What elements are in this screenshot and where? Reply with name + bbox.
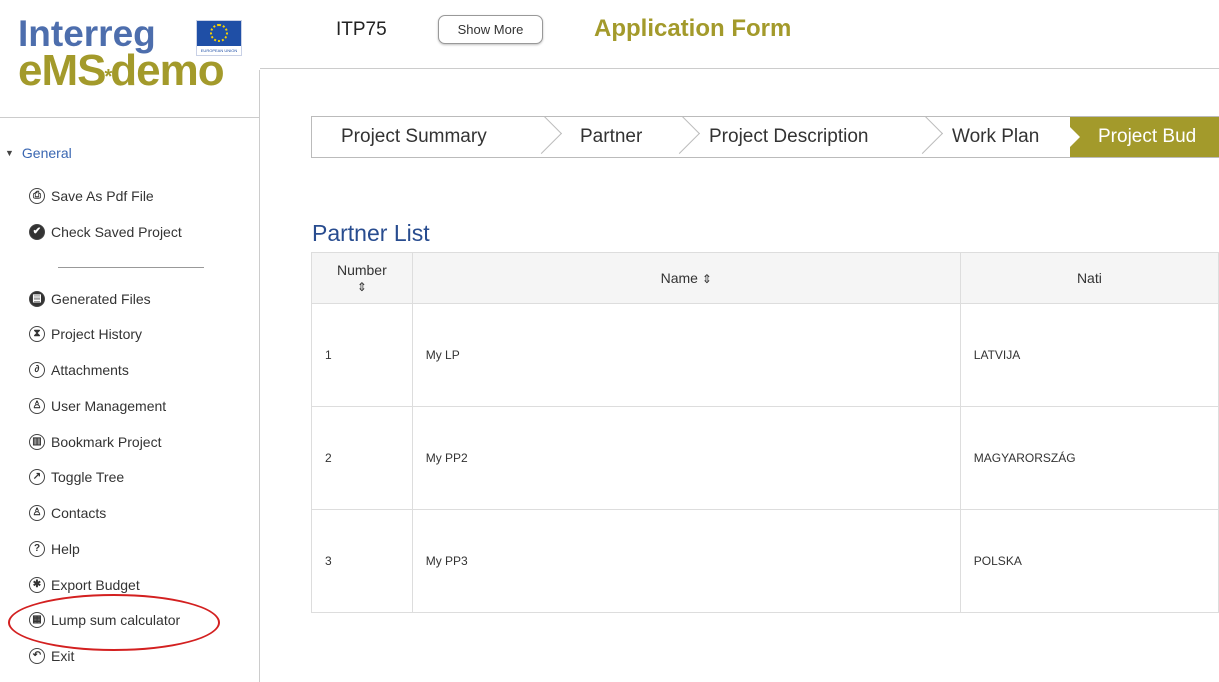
step-work-plan[interactable]: Work Plan [952,117,1039,157]
page-title: Application Form [594,15,792,42]
caret-down-icon: ▼ [5,148,14,158]
cell-nationality: MAGYARORSZÁG [959,406,1219,510]
bookmark-icon: ▥ [29,434,45,451]
cell-number: 2 [311,406,413,510]
sidebar-item-bookmark-project[interactable]: ▥ Bookmark Project [29,434,161,456]
sidebar-item-label: Project History [51,326,143,342]
table-row[interactable]: 3 My PP3 POLSKA [311,509,1219,613]
chevron-right-icon [901,117,944,155]
cell-nationality: LATVIJA [959,303,1219,407]
chevron-right-icon [658,117,701,155]
sidebar-separator [58,267,204,268]
sort-icon: ⇕ [356,280,367,294]
sidebar-item-label: Toggle Tree [51,469,125,485]
partner-table: Number ⇕ Name ⇕ Nati 1 My LP LATVIJA 2 My… [311,252,1219,613]
sidebar-item-label: Save As Pdf File [51,188,154,204]
cell-number: 1 [311,303,413,407]
chevron-right-icon [520,117,563,155]
sidebar-item-exit[interactable]: ↶ Exit [29,648,74,670]
logo-divider [0,117,260,118]
interreg-ems-logo: Interreg EUROPEAN UNION eMS*demo [18,14,248,94]
general-section-label: General [21,145,72,161]
contact-icon: ♙ [29,505,45,522]
check-icon: ✔ [29,224,45,241]
step-project-summary[interactable]: Project Summary [341,117,487,157]
sidebar-item-label: Contacts [51,505,107,521]
sidebar-item-check-saved-project[interactable]: ✔ Check Saved Project [29,224,182,246]
project-code: ITP75 [336,19,387,40]
show-more-button[interactable]: Show More [438,15,543,44]
sidebar-item-label: Check Saved Project [51,224,182,240]
sort-icon: ⇕ [701,272,712,286]
sidebar-item-project-history[interactable]: ⧗ Project History [29,326,142,348]
column-header-nationality[interactable]: Nati [959,252,1219,304]
sidebar-item-help[interactable]: ? Help [29,541,80,563]
column-header-number[interactable]: Number ⇕ [311,252,413,304]
step-project-budget[interactable]: Project Bud [1098,117,1196,157]
sidebar-item-label: Export Budget [51,577,140,593]
cell-name: My PP2 [411,406,961,510]
print-icon: ⎙ [29,188,45,205]
sidebar-item-save-as-pdf[interactable]: ⎙ Save As Pdf File [29,188,154,210]
sidebar-item-label: Bookmark Project [51,434,162,450]
partner-list-title: Partner List [312,220,430,246]
sidebar-item-user-management[interactable]: ♙ User Management [29,398,166,420]
sidebar-border [259,70,260,682]
history-icon: ⧗ [29,326,45,343]
sidebar-item-label: Exit [51,648,75,664]
cell-nationality: POLSKA [959,509,1219,613]
sidebar-item-attachments[interactable]: ∂ Attachments [29,362,129,384]
sidebar-item-label: Generated Files [51,291,151,307]
table-row[interactable]: 2 My PP2 MAGYARORSZÁG [311,406,1219,510]
exit-icon: ↶ [29,648,45,665]
step-partner[interactable]: Partner [580,117,642,157]
column-header-name[interactable]: Name ⇕ [411,252,961,304]
general-section-toggle[interactable]: ▼ General [5,145,72,161]
top-header: ITP75 Show More Application Form [260,0,1219,68]
sidebar-item-label: Help [51,541,80,557]
help-icon: ? [29,541,45,558]
cell-name: My LP [411,303,961,407]
cell-name: My PP3 [411,509,961,613]
sidebar-item-generated-files[interactable]: ▤ Generated Files [29,291,151,313]
sidebar-item-label: Attachments [51,362,129,378]
external-link-icon: ↗ [29,469,45,486]
sidebar-item-label: User Management [51,398,167,414]
highlight-annotation-ellipse [8,594,220,651]
step-active-notch [1060,117,1080,157]
logo-ems-demo-text: eMS*demo [18,46,225,95]
table-row[interactable]: 1 My LP LATVIJA [311,303,1219,407]
sidebar-item-toggle-tree[interactable]: ↗ Toggle Tree [29,469,124,491]
header-divider [260,68,1219,69]
sidebar-item-contacts[interactable]: ♙ Contacts [29,505,106,527]
step-project-description[interactable]: Project Description [709,117,868,157]
gear-icon: ✱ [29,577,45,594]
user-icon: ♙ [29,398,45,415]
paperclip-icon: ∂ [29,362,45,379]
form-steps-breadcrumb: Project Summary Partner Project Descript… [311,116,1219,158]
table-header-row: Number ⇕ Name ⇕ Nati [311,252,1219,304]
cell-number: 3 [311,509,413,613]
files-icon: ▤ [29,291,45,308]
